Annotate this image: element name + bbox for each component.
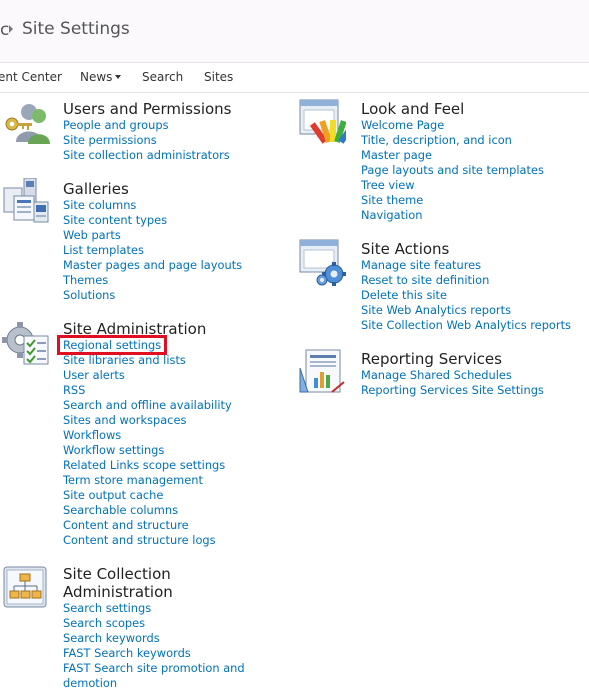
link-term-store-management[interactable]: Term store management (63, 473, 232, 488)
link-themes[interactable]: Themes (63, 273, 242, 288)
link-sites-and-workspaces[interactable]: Sites and workspaces (63, 413, 232, 428)
top-navigation: ent Center News Search Sites (0, 62, 589, 93)
link-list: Regional settings Site libraries and lis… (63, 338, 232, 548)
link-site-web-analytics-reports[interactable]: Site Web Analytics reports (361, 303, 571, 318)
nav-item-label: News (80, 70, 113, 84)
link-manage-shared-schedules[interactable]: Manage Shared Schedules (361, 368, 544, 383)
link-list: Site columns Site content types Web part… (63, 198, 242, 303)
link-title-description-icon[interactable]: Title, description, and icon (361, 133, 544, 148)
link-regional-settings[interactable]: Regional settings (63, 338, 232, 353)
link-delete-this-site[interactable]: Delete this site (361, 288, 571, 303)
link-site-columns[interactable]: Site columns (63, 198, 242, 213)
link-site-collection-administrators[interactable]: Site collection administrators (63, 148, 230, 163)
section-title: Site Actions (361, 240, 450, 258)
breadcrumb-partial[interactable]: c (0, 20, 9, 40)
section-title: Reporting Services (361, 350, 502, 368)
link-workflow-settings[interactable]: Workflow settings (63, 443, 232, 458)
link-master-page[interactable]: Master page (361, 148, 544, 163)
nav-item-content-center[interactable]: ent Center (0, 70, 62, 84)
title-bar: c Site Settings (0, 0, 589, 62)
link-site-permissions[interactable]: Site permissions (63, 133, 230, 148)
link-fast-search-site-promotion[interactable]: FAST Search site promotion and (63, 661, 245, 676)
look-and-feel-icon (299, 99, 346, 144)
link-search-settings[interactable]: Search settings (63, 601, 245, 616)
link-rss[interactable]: RSS (63, 383, 232, 398)
site-actions-icon (299, 239, 346, 286)
link-site-collection-web-analytics-reports[interactable]: Site Collection Web Analytics reports (361, 318, 571, 333)
link-list: Search settings Search scopes Search key… (63, 601, 245, 691)
link-fast-search-site-promotion-cont[interactable]: demotion (63, 676, 245, 691)
link-search-scopes[interactable]: Search scopes (63, 616, 245, 631)
link-site-output-cache[interactable]: Site output cache (63, 488, 232, 503)
link-tree-view[interactable]: Tree view (361, 178, 544, 193)
link-related-links-scope-settings[interactable]: Related Links scope settings (63, 458, 232, 473)
nav-item-search[interactable]: Search (142, 70, 183, 84)
link-site-libraries-and-lists[interactable]: Site libraries and lists (63, 353, 232, 368)
site-collection-icon (3, 566, 47, 608)
link-list: Manage site features Reset to site defin… (361, 258, 571, 333)
link-list: Welcome Page Title, description, and ico… (361, 118, 544, 223)
link-list-templates[interactable]: List templates (63, 243, 242, 258)
dropdown-caret-icon (115, 75, 122, 79)
section-title-line2: Administration (63, 583, 173, 601)
reporting-services-icon (299, 349, 345, 393)
nav-item-sites[interactable]: Sites (204, 70, 233, 84)
link-user-alerts[interactable]: User alerts (63, 368, 232, 383)
link-site-theme[interactable]: Site theme (361, 193, 544, 208)
link-content-and-structure-logs[interactable]: Content and structure logs (63, 533, 232, 548)
page-title: Site Settings (22, 19, 130, 39)
link-reset-to-site-definition[interactable]: Reset to site definition (361, 273, 571, 288)
link-welcome-page[interactable]: Welcome Page (361, 118, 544, 133)
link-list: Manage Shared Schedules Reporting Servic… (361, 368, 544, 398)
link-fast-search-keywords[interactable]: FAST Search keywords (63, 646, 245, 661)
section-title: Look and Feel (361, 100, 465, 118)
link-list: People and groups Site permissions Site … (63, 118, 230, 163)
link-search-keywords[interactable]: Search keywords (63, 631, 245, 646)
section-title: Users and Permissions (63, 100, 232, 118)
link-reporting-services-site-settings[interactable]: Reporting Services Site Settings (361, 383, 544, 398)
link-site-content-types[interactable]: Site content types (63, 213, 242, 228)
link-people-and-groups[interactable]: People and groups (63, 118, 230, 133)
link-navigation[interactable]: Navigation (361, 208, 544, 223)
link-page-layouts-and-site-templates[interactable]: Page layouts and site templates (361, 163, 544, 178)
link-search-and-offline-availability[interactable]: Search and offline availability (63, 398, 232, 413)
link-solutions[interactable]: Solutions (63, 288, 242, 303)
section-title-line1: Site Collection (63, 565, 171, 583)
site-admin-icon (2, 322, 49, 365)
breadcrumb-arrow-icon (9, 25, 13, 33)
section-title: Galleries (63, 180, 129, 198)
link-content-and-structure[interactable]: Content and structure (63, 518, 232, 533)
users-icon (5, 104, 50, 144)
link-workflows[interactable]: Workflows (63, 428, 232, 443)
galleries-icon (3, 178, 49, 223)
link-web-parts[interactable]: Web parts (63, 228, 242, 243)
nav-item-news[interactable]: News (80, 70, 122, 84)
link-master-pages-and-page-layouts[interactable]: Master pages and page layouts (63, 258, 242, 273)
link-manage-site-features[interactable]: Manage site features (361, 258, 571, 273)
link-searchable-columns[interactable]: Searchable columns (63, 503, 232, 518)
